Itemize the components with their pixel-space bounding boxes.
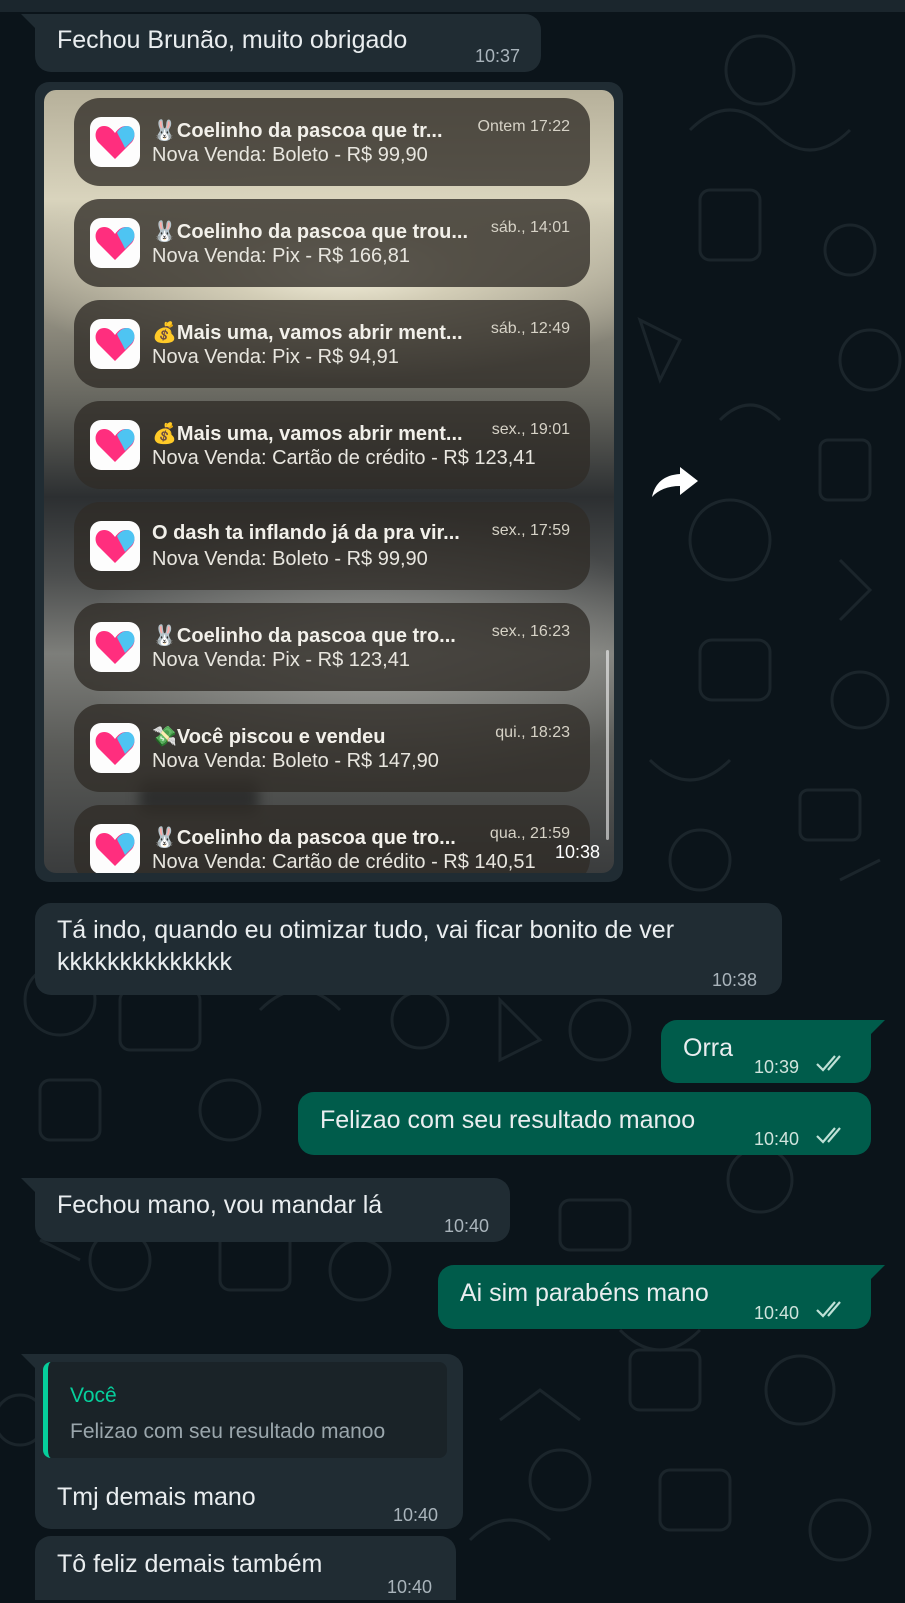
- message-outgoing[interactable]: Ai sim parabéns mano 10:40: [438, 1265, 885, 1329]
- forward-icon[interactable]: [650, 465, 700, 499]
- notification-title: 🐰Coelinho da pascoa que trou...: [152, 219, 468, 244]
- notification-emoji: 🐰: [152, 120, 177, 142]
- notification-emoji: 💰: [152, 423, 177, 445]
- notification-emoji: 💸: [152, 726, 177, 748]
- notification-body: Nova Venda: Pix - R$ 94,91: [152, 346, 399, 368]
- screenshot-image[interactable]: 🐰Coelinho da pascoa que tr... Nova Venda:…: [44, 90, 614, 873]
- message-time: 10:40: [444, 1216, 490, 1236]
- message-incoming[interactable]: Fechou mano, vou mandar lá 10:40: [21, 1178, 510, 1242]
- notification-time: sex., 19:01: [491, 421, 570, 438]
- quoted-text: Felizao com seu resultado manoo: [70, 1420, 386, 1443]
- message-incoming[interactable]: Tá indo, quando eu otimizar tudo, vai fi…: [35, 903, 782, 995]
- app-heart-icon: [90, 117, 140, 167]
- quoted-author: Você: [70, 1384, 117, 1407]
- message-time: 10:40: [754, 1129, 800, 1149]
- notification-title: 🐰Coelinho da pascoa que tro...: [152, 623, 456, 648]
- message-incoming-reply[interactable]: Você Felizao com seu resultado manoo Tmj…: [21, 1354, 463, 1529]
- notification-time: sáb., 12:49: [490, 320, 570, 337]
- notification-body: Nova Venda: Pix - R$ 123,41: [152, 649, 410, 671]
- message-text: Ai sim parabéns mano: [460, 1279, 709, 1307]
- message-time: 10:37: [475, 46, 521, 66]
- message-text: Felizao com seu resultado manoo: [320, 1106, 696, 1134]
- notification-title-text: Mais uma, vamos abrir ment...: [176, 322, 463, 344]
- notification-time: qui., 18:23: [495, 724, 570, 741]
- notification-emoji: 🐰: [152, 221, 177, 243]
- notification-time: Ontem 17:22: [477, 118, 571, 135]
- bubble-tail: [871, 1265, 885, 1279]
- notification-card: 🐰Coelinho da pascoa que trou... Nova Vend…: [74, 199, 590, 287]
- notification-body: Nova Venda: Cartão de crédito - R$ 140,5…: [152, 851, 536, 873]
- message-text: Tô feliz demais também: [57, 1550, 323, 1578]
- notification-title-text: Coelinho da pascoa que trou...: [176, 221, 469, 243]
- message-time: 10:38: [554, 842, 600, 862]
- message-text: Fechou Brunão, muito obrigado: [57, 26, 408, 54]
- message-text-line: Tá indo, quando eu otimizar tudo, vai fi…: [57, 916, 675, 944]
- notification-title-text: Você piscou e vendeu: [176, 726, 386, 748]
- notification-title: O dash ta inflando já da pra vir...: [152, 522, 460, 545]
- notification-emoji: 🐰: [152, 625, 177, 647]
- message-time: 10:40: [754, 1303, 800, 1323]
- read-ticks-icon: [816, 1055, 841, 1072]
- notification-title-text: Coelinho da pascoa que tr...: [176, 120, 443, 142]
- notification-time: sex., 17:59: [491, 522, 570, 539]
- notification-scrollbar: [606, 650, 609, 840]
- notification-card: 🐰Coelinho da pascoa que tr... Nova Venda:…: [74, 98, 590, 186]
- message-incoming[interactable]: Tô feliz demais também 10:40: [35, 1536, 456, 1600]
- notification-body: Nova Venda: Cartão de crédito - R$ 123,4…: [152, 447, 536, 469]
- message-outgoing[interactable]: Felizao com seu resultado manoo 10:40: [298, 1092, 871, 1155]
- notification-body: Nova Venda: Boleto - R$ 99,90: [152, 548, 428, 570]
- notification-title: 💰Mais uma, vamos abrir ment...: [152, 320, 463, 345]
- read-ticks-icon: [816, 1127, 841, 1144]
- message-text-line: kkkkkkkkkkkkkk: [57, 948, 232, 976]
- notification-emoji: 🐰: [152, 827, 177, 849]
- message-time: 10:40: [387, 1577, 433, 1597]
- message-time: 10:38: [712, 970, 758, 990]
- message-time: 10:40: [393, 1505, 439, 1525]
- notification-title-text: Coelinho da pascoa que tro...: [176, 625, 456, 647]
- notification-body: Nova Venda: Boleto - R$ 147,90: [152, 750, 439, 772]
- notification-card: 💰Mais uma, vamos abrir ment... Nova Venda…: [74, 401, 590, 489]
- notification-emoji: 💰: [152, 322, 177, 344]
- message-text: Tmj demais mano: [57, 1483, 256, 1511]
- app-heart-icon: [90, 723, 140, 773]
- notification-title-text: Coelinho da pascoa que tro...: [176, 827, 456, 849]
- app-heart-icon: [90, 521, 140, 571]
- app-heart-icon: [90, 218, 140, 268]
- read-ticks-icon: [816, 1301, 841, 1318]
- message-outgoing[interactable]: Orra 10:39: [661, 1020, 885, 1083]
- notification-card: 🐰Coelinho da pascoa que tro... Nova Venda…: [74, 805, 590, 873]
- quoted-message[interactable]: Você Felizao com seu resultado manoo: [43, 1362, 447, 1458]
- message-incoming[interactable]: Fechou Brunão, muito obrigado 10:37: [21, 14, 541, 72]
- bubble-tail: [21, 1178, 35, 1192]
- notification-body: Nova Venda: Boleto - R$ 99,90: [152, 144, 428, 166]
- app-heart-icon: [90, 319, 140, 369]
- notification-card: 💰Mais uma, vamos abrir ment... Nova Venda…: [74, 300, 590, 388]
- notification-card: O dash ta inflando já da pra vir... Nova …: [74, 502, 590, 590]
- app-heart-icon: [90, 622, 140, 672]
- notification-title-text: Mais uma, vamos abrir ment...: [176, 423, 463, 445]
- message-incoming-image[interactable]: 🐰Coelinho da pascoa que tr... Nova Venda:…: [35, 82, 623, 882]
- notification-time: qua., 21:59: [489, 825, 570, 842]
- bubble-tail: [21, 1354, 35, 1368]
- notification-time: sex., 16:23: [491, 623, 570, 640]
- bubble-tail: [871, 1020, 885, 1034]
- notification-title: 💸Você piscou e vendeu: [152, 724, 386, 749]
- bubble-tail: [21, 14, 35, 28]
- notification-title: 💰Mais uma, vamos abrir ment...: [152, 421, 463, 446]
- message-text: Orra: [683, 1034, 733, 1062]
- notification-body: Nova Venda: Pix - R$ 166,81: [152, 245, 410, 267]
- message-text: Fechou mano, vou mandar lá: [57, 1191, 383, 1219]
- notification-time: sáb., 14:01: [490, 219, 570, 236]
- notification-title-text: O dash ta inflando já da pra vir...: [152, 522, 460, 544]
- notification-card: 🐰Coelinho da pascoa que tro... Nova Venda…: [74, 603, 590, 691]
- app-heart-icon: [90, 824, 140, 873]
- notification-title: 🐰Coelinho da pascoa que tr...: [152, 118, 443, 143]
- message-time: 10:39: [754, 1057, 800, 1077]
- notification-title: 🐰Coelinho da pascoa que tro...: [152, 825, 456, 850]
- notification-card: 💸Você piscou e vendeu Nova Venda: Boleto …: [74, 704, 590, 792]
- app-heart-icon: [90, 420, 140, 470]
- top-bar-edge: [0, 0, 905, 12]
